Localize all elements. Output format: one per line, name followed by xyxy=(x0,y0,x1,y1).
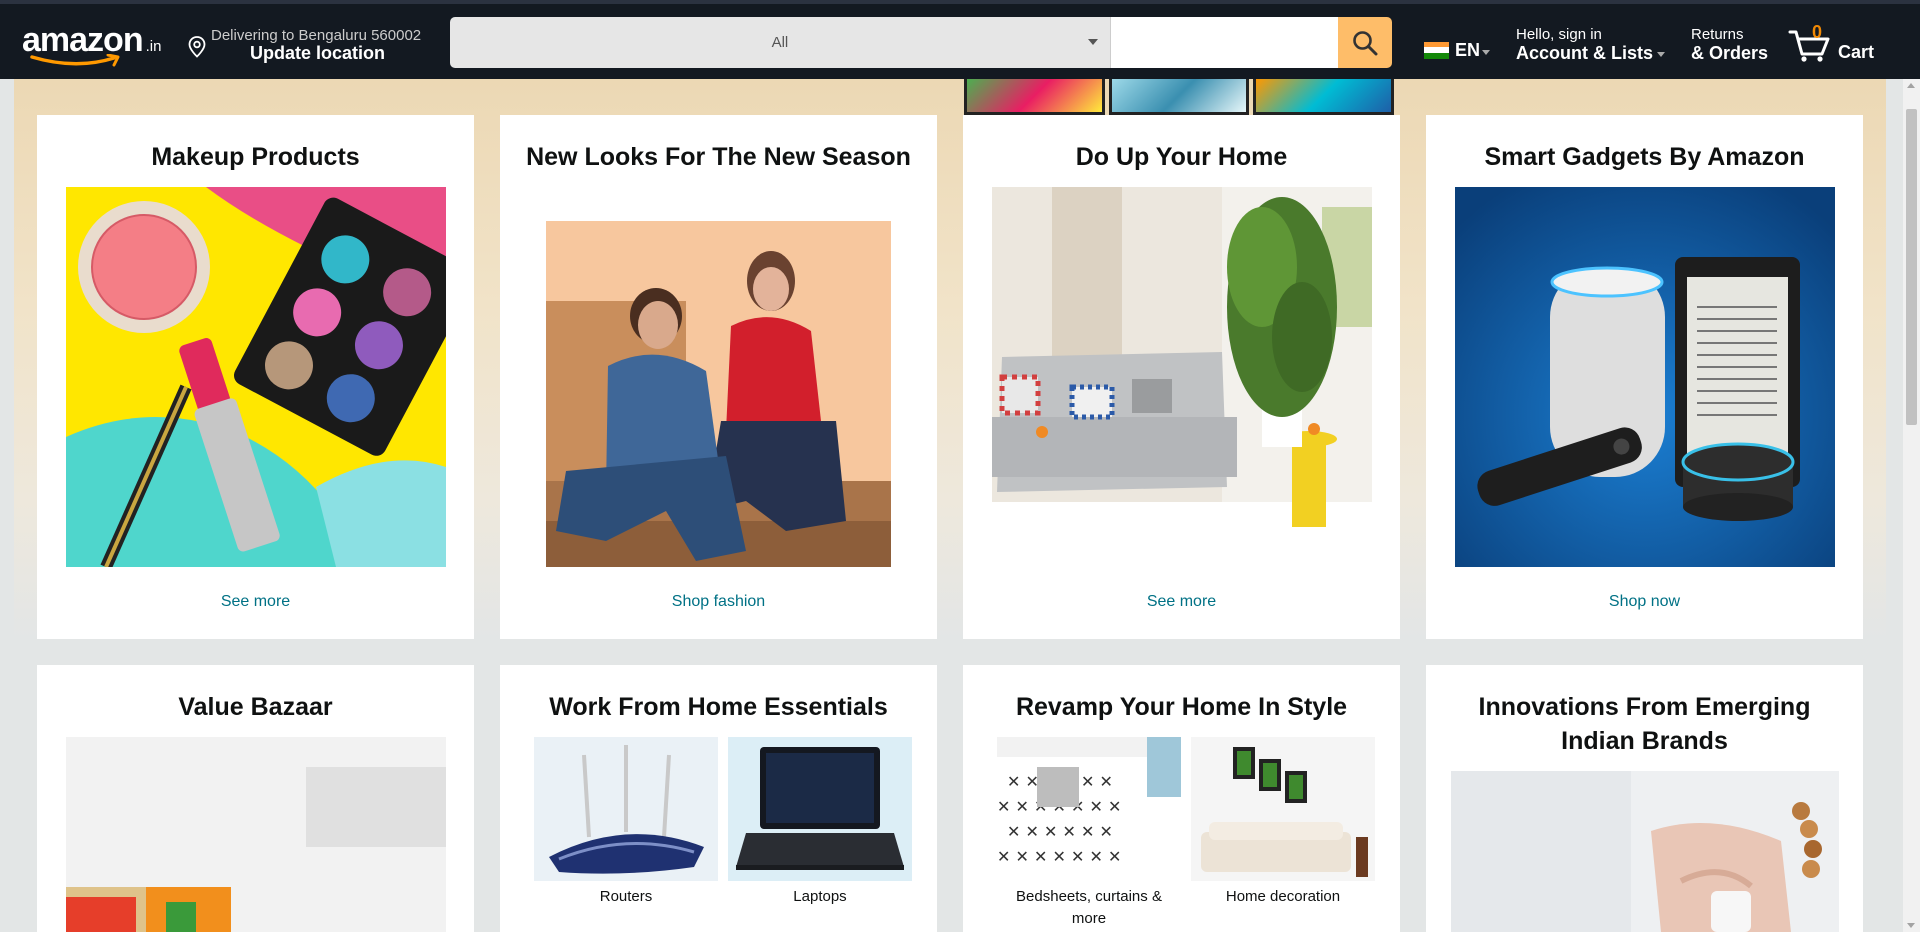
card-title: New Looks For The New Season xyxy=(526,143,911,171)
router-illustration xyxy=(534,737,718,881)
cart-icon xyxy=(1788,30,1830,62)
shop-fashion-link[interactable]: Shop fashion xyxy=(500,593,937,611)
cart-label: Cart xyxy=(1838,42,1875,62)
laptop-image xyxy=(728,737,912,881)
card-title: Innovations From Emerging Indian Brands xyxy=(1478,693,1811,755)
search-category-dropdown[interactable]: All xyxy=(450,17,1111,68)
page-scrollbar[interactable] xyxy=(1903,79,1920,932)
item-caption: Bedsheets, curtains & more xyxy=(1016,888,1162,927)
search-button[interactable] xyxy=(1337,17,1392,68)
svg-text:✕ ✕ ✕ ✕ ✕ ✕: ✕ ✕ ✕ ✕ ✕ ✕ xyxy=(1007,822,1113,841)
card-innovations: Innovations From Emerging Indian Brands xyxy=(1426,665,1863,932)
card-value-bazaar: Value Bazaar xyxy=(37,665,474,932)
home-decor-image xyxy=(1191,737,1375,881)
svg-text:✕ ✕ ✕ ✕ ✕ ✕ ✕: ✕ ✕ ✕ ✕ ✕ ✕ ✕ xyxy=(997,847,1121,866)
chevron-down-icon xyxy=(1482,50,1491,55)
cart-count: 0 xyxy=(1812,22,1823,42)
amazon-logo[interactable]: amazon .in xyxy=(22,21,167,67)
fashion-couple-image[interactable] xyxy=(546,221,891,567)
living-room-image[interactable] xyxy=(992,187,1372,567)
cart-button[interactable]: 0 Cart xyxy=(1788,22,1888,66)
makeup-products-image[interactable] xyxy=(66,187,446,567)
see-more-link[interactable]: See more xyxy=(963,593,1400,611)
home-decor-illustration xyxy=(1191,737,1375,881)
item-caption: Laptops xyxy=(793,888,847,905)
card-title: Work From Home Essentials xyxy=(549,693,888,721)
update-location-link: Update location xyxy=(250,43,386,63)
account-lists-label: Account & Lists xyxy=(1516,43,1666,64)
nav-bar: amazon .in Delivering to Bengaluru 560002… xyxy=(0,0,1920,79)
living-room-illustration xyxy=(992,187,1372,567)
scroll-down-icon[interactable] xyxy=(1907,923,1915,928)
card-title: Value Bazaar xyxy=(178,693,333,721)
chevron-down-icon xyxy=(1087,39,1098,45)
hand-illustration xyxy=(1451,771,1839,932)
search-input[interactable] xyxy=(1110,17,1338,68)
groceries-image[interactable] xyxy=(66,737,446,932)
orders-label: & Orders xyxy=(1691,43,1769,63)
search-bar: All xyxy=(450,17,1392,68)
card-work-from-home: Work From Home Essentials Routers Laptop… xyxy=(500,665,937,932)
router-image xyxy=(534,737,718,881)
bedsheets-image: ✕ ✕ ✕ ✕ ✕ ✕ ✕ ✕ ✕ ✕ ✕ ✕ ✕ ✕ ✕ ✕ ✕ ✕ ✕ ✕ … xyxy=(997,737,1181,881)
card-revamp-home: Revamp Your Home In Style ✕ ✕ ✕ ✕ ✕ ✕ ✕ … xyxy=(963,665,1400,932)
bedsheets-illustration: ✕ ✕ ✕ ✕ ✕ ✕ ✕ ✕ ✕ ✕ ✕ ✕ ✕ ✕ ✕ ✕ ✕ ✕ ✕ ✕ … xyxy=(997,737,1181,881)
fashion-illustration xyxy=(546,221,891,567)
hand-product-image[interactable] xyxy=(1451,771,1839,932)
location-pin-icon xyxy=(188,36,206,58)
returns-orders-link[interactable]: Returns & Orders xyxy=(1691,26,1768,64)
india-flag-icon xyxy=(1424,41,1449,59)
card-title: Revamp Your Home In Style xyxy=(1015,693,1348,721)
logo-tld: .in xyxy=(145,38,162,55)
card-makeup-products: Makeup Products See more xyxy=(37,115,474,639)
chevron-down-icon xyxy=(1657,51,1666,57)
scroll-up-icon[interactable] xyxy=(1907,83,1915,88)
hero-phones-image xyxy=(964,79,1395,115)
card-do-up-home: Do Up Your Home See more xyxy=(963,115,1400,639)
returns-label: Returns xyxy=(1691,26,1744,43)
language-code: EN xyxy=(1455,39,1481,60)
card-title: Do Up Your Home xyxy=(1075,143,1288,171)
delivery-location[interactable]: Delivering to Bengaluru 560002 Update lo… xyxy=(184,21,434,67)
item-caption: Routers xyxy=(599,888,653,905)
card-title: Smart Gadgets By Amazon xyxy=(1484,143,1805,171)
card-title: Makeup Products xyxy=(151,143,360,171)
delivery-location-label: Delivering to Bengaluru 560002 xyxy=(211,27,422,44)
account-lists-text: Account & Lists xyxy=(1516,43,1654,63)
account-menu[interactable]: Hello, sign in Account & Lists xyxy=(1516,26,1666,64)
gadgets-illustration xyxy=(1455,187,1835,567)
makeup-illustration xyxy=(66,187,446,567)
language-selector[interactable]: EN xyxy=(1424,38,1491,62)
search-icon xyxy=(1353,30,1378,55)
groceries-illustration xyxy=(66,737,446,932)
card-new-looks: New Looks For The New Season Shop fashio… xyxy=(500,115,937,639)
laptop-illustration xyxy=(728,737,912,881)
search-category-value: All xyxy=(771,34,789,51)
card-smart-gadgets: Smart Gadgets By Amazon Shop now xyxy=(1426,115,1863,639)
smile-arrow-icon xyxy=(30,54,120,67)
smart-gadgets-image[interactable] xyxy=(1455,187,1835,567)
scrollbar-thumb[interactable] xyxy=(1906,109,1917,425)
account-greeting: Hello, sign in xyxy=(1516,26,1602,43)
item-caption: Home decoration xyxy=(1225,888,1341,905)
see-more-link[interactable]: See more xyxy=(37,593,474,611)
shop-now-link[interactable]: Shop now xyxy=(1426,593,1863,611)
